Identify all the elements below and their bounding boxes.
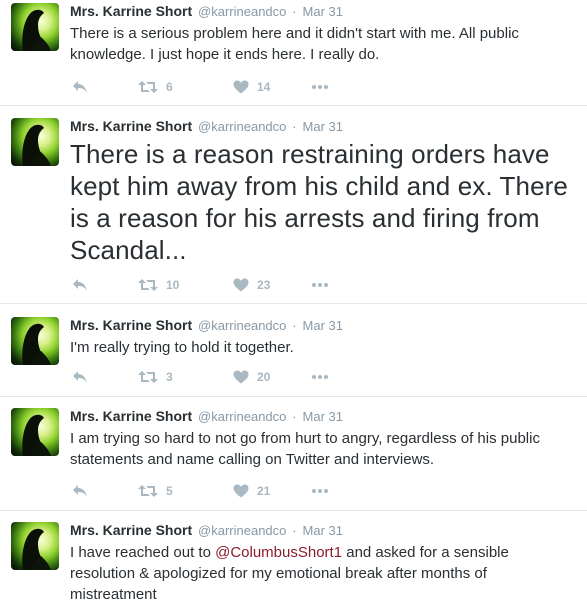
more-dots-icon xyxy=(312,375,328,379)
heart-icon xyxy=(233,278,249,292)
reply-button[interactable] xyxy=(72,276,88,294)
author-handle[interactable]: @karrineandco xyxy=(198,409,286,424)
author-handle[interactable]: @karrineandco xyxy=(198,4,286,19)
tweet-text: There is a reason restraining orders hav… xyxy=(70,139,568,265)
like-count: 21 xyxy=(257,484,271,498)
retweet-count: 6 xyxy=(166,80,173,94)
author-name[interactable]: Mrs. Karrine Short xyxy=(70,3,192,19)
like-button[interactable]: 20 xyxy=(233,368,270,386)
reply-icon xyxy=(73,371,87,383)
separator-dot: · xyxy=(292,409,297,424)
heart-icon xyxy=(233,80,249,94)
avatar[interactable] xyxy=(11,408,59,456)
tweet-header: Mrs. Karrine Short @karrineandco · Mar 3… xyxy=(70,521,343,540)
like-button[interactable]: 21 xyxy=(233,482,270,500)
retweet-button[interactable]: 5 xyxy=(138,482,173,500)
avatar[interactable] xyxy=(11,118,59,166)
reply-icon xyxy=(73,485,87,497)
like-button[interactable]: 23 xyxy=(233,276,270,294)
tweet-text-part: I have reached out to xyxy=(70,544,216,561)
retweet-icon xyxy=(138,81,158,93)
retweet-button[interactable]: 10 xyxy=(138,276,179,294)
tweet-date[interactable]: Mar 31 xyxy=(303,523,343,538)
more-dots-icon xyxy=(312,85,328,89)
reply-button[interactable] xyxy=(72,78,88,96)
retweet-icon xyxy=(138,371,158,383)
tweet-3[interactable]: Mrs. Karrine Short @karrineandco · Mar 3… xyxy=(0,304,587,397)
like-count: 23 xyxy=(257,278,271,292)
more-button[interactable] xyxy=(311,276,329,294)
tweet-date[interactable]: Mar 31 xyxy=(303,119,343,134)
tweet-text: There is a serious problem here and it d… xyxy=(70,25,519,63)
heart-icon xyxy=(233,484,249,498)
retweet-button[interactable]: 3 xyxy=(138,368,173,386)
like-count: 20 xyxy=(257,370,271,384)
more-dots-icon xyxy=(312,489,328,493)
tweet-2[interactable]: Mrs. Karrine Short @karrineandco · Mar 3… xyxy=(0,106,587,304)
heart-icon xyxy=(233,370,249,384)
tweet-text: I'm really trying to hold it together. xyxy=(70,339,294,356)
tweet-actions: 5 21 xyxy=(70,482,370,500)
tweet-header: Mrs. Karrine Short @karrineandco · Mar 3… xyxy=(70,316,343,335)
tweet-text: I am trying so hard to not go from hurt … xyxy=(70,430,540,468)
tweet-actions: 10 23 xyxy=(70,276,370,294)
tweet-timeline: Mrs. Karrine Short @karrineandco · Mar 3… xyxy=(0,0,587,608)
author-handle[interactable]: @karrineandco xyxy=(198,523,286,538)
separator-dot: · xyxy=(292,523,297,538)
like-button[interactable]: 14 xyxy=(233,78,270,96)
author-name[interactable]: Mrs. Karrine Short xyxy=(70,118,192,134)
retweet-icon xyxy=(138,485,158,497)
more-button[interactable] xyxy=(311,482,329,500)
tweet-header: Mrs. Karrine Short @karrineandco · Mar 3… xyxy=(70,407,343,426)
tweet-actions: 3 20 xyxy=(70,368,370,386)
retweet-button[interactable]: 6 xyxy=(138,78,173,96)
retweet-count: 3 xyxy=(166,370,173,384)
more-button[interactable] xyxy=(311,368,329,386)
author-name[interactable]: Mrs. Karrine Short xyxy=(70,317,192,333)
tweet-header: Mrs. Karrine Short @karrineandco · Mar 3… xyxy=(70,117,343,136)
more-dots-icon xyxy=(312,283,328,287)
tweet-text: I have reached out to @ColumbusShort1 an… xyxy=(70,542,575,605)
tweet-header: Mrs. Karrine Short @karrineandco · Mar 3… xyxy=(70,2,343,21)
author-name[interactable]: Mrs. Karrine Short xyxy=(70,522,192,538)
like-count: 14 xyxy=(257,80,271,94)
separator-dot: · xyxy=(292,4,297,19)
retweet-icon xyxy=(138,279,158,291)
separator-dot: · xyxy=(292,318,297,333)
tweet-4[interactable]: Mrs. Karrine Short @karrineandco · Mar 3… xyxy=(0,397,587,511)
tweet-5[interactable]: Mrs. Karrine Short @karrineandco · Mar 3… xyxy=(0,511,587,608)
avatar[interactable] xyxy=(11,3,59,51)
reply-icon xyxy=(73,81,87,93)
tweet-date[interactable]: Mar 31 xyxy=(303,318,343,333)
separator-dot: · xyxy=(292,119,297,134)
reply-button[interactable] xyxy=(72,482,88,500)
mention-link[interactable]: @ColumbusShort1 xyxy=(215,544,342,561)
tweet-1[interactable]: Mrs. Karrine Short @karrineandco · Mar 3… xyxy=(0,0,587,106)
author-handle[interactable]: @karrineandco xyxy=(198,119,286,134)
author-name[interactable]: Mrs. Karrine Short xyxy=(70,408,192,424)
retweet-count: 5 xyxy=(166,484,173,498)
avatar[interactable] xyxy=(11,317,59,365)
tweet-actions: 6 14 xyxy=(70,78,370,96)
author-handle[interactable]: @karrineandco xyxy=(198,318,286,333)
avatar[interactable] xyxy=(11,522,59,570)
reply-button[interactable] xyxy=(72,368,88,386)
tweet-date[interactable]: Mar 31 xyxy=(303,409,343,424)
reply-icon xyxy=(73,279,87,291)
more-button[interactable] xyxy=(311,78,329,96)
retweet-count: 10 xyxy=(166,278,180,292)
tweet-date[interactable]: Mar 31 xyxy=(303,4,343,19)
